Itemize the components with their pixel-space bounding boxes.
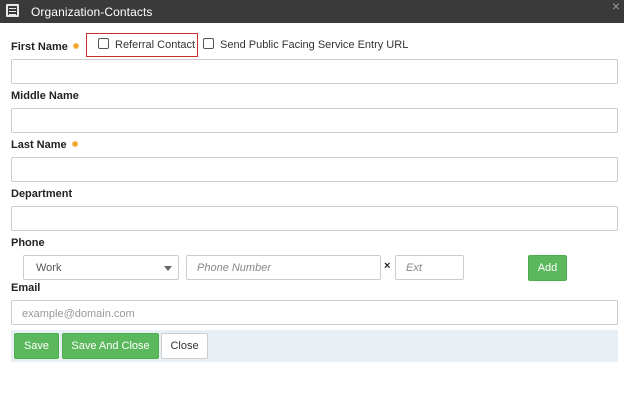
- referral-contact-label: Referral Contact: [115, 39, 196, 51]
- save-button[interactable]: Save: [14, 333, 59, 359]
- window-titlebar: Organization-Contacts ×: [0, 0, 624, 23]
- required-icon: [71, 141, 78, 147]
- ext-separator: ×: [384, 260, 391, 272]
- email-placeholder: example@domain.com: [22, 308, 135, 320]
- department-input[interactable]: [11, 206, 618, 231]
- send-public-url-label: Send Public Facing Service Entry URL: [220, 39, 409, 51]
- chevron-down-icon: [164, 266, 172, 271]
- send-public-url-checkbox[interactable]: [203, 38, 214, 49]
- first-name-input[interactable]: [11, 59, 618, 84]
- email-input[interactable]: example@domain.com: [11, 300, 618, 325]
- app-window-icon: [6, 4, 19, 17]
- form-footer: Save Save And Close Close: [11, 330, 618, 362]
- ext-input[interactable]: Ext: [395, 255, 464, 280]
- phone-type-select[interactable]: Work: [23, 255, 179, 280]
- email-label: Email: [11, 282, 41, 294]
- first-name-label: First Name: [11, 41, 79, 53]
- ext-placeholder: Ext: [406, 262, 422, 274]
- save-and-close-button[interactable]: Save And Close: [62, 333, 159, 359]
- last-name-label: Last Name: [11, 139, 78, 151]
- middle-name-input[interactable]: [11, 108, 618, 133]
- send-public-url-option[interactable]: Send Public Facing Service Entry URL: [203, 38, 408, 51]
- department-label: Department: [11, 188, 73, 200]
- phone-label: Phone: [11, 237, 45, 249]
- close-button[interactable]: Close: [161, 333, 208, 359]
- first-name-label-text: First Name: [11, 41, 68, 53]
- phone-type-value: Work: [36, 262, 62, 274]
- middle-name-label: Middle Name: [11, 90, 79, 102]
- window-title: Organization-Contacts: [31, 5, 153, 19]
- required-icon: [72, 43, 79, 49]
- close-icon[interactable]: ×: [612, 0, 620, 13]
- referral-contact-option[interactable]: Referral Contact: [98, 38, 195, 51]
- last-name-input[interactable]: [11, 157, 618, 182]
- add-phone-button[interactable]: Add: [528, 255, 567, 281]
- phone-number-input[interactable]: Phone Number: [186, 255, 381, 280]
- referral-contact-checkbox[interactable]: [98, 38, 109, 49]
- phone-number-placeholder: Phone Number: [197, 262, 271, 274]
- last-name-label-text: Last Name: [11, 139, 67, 151]
